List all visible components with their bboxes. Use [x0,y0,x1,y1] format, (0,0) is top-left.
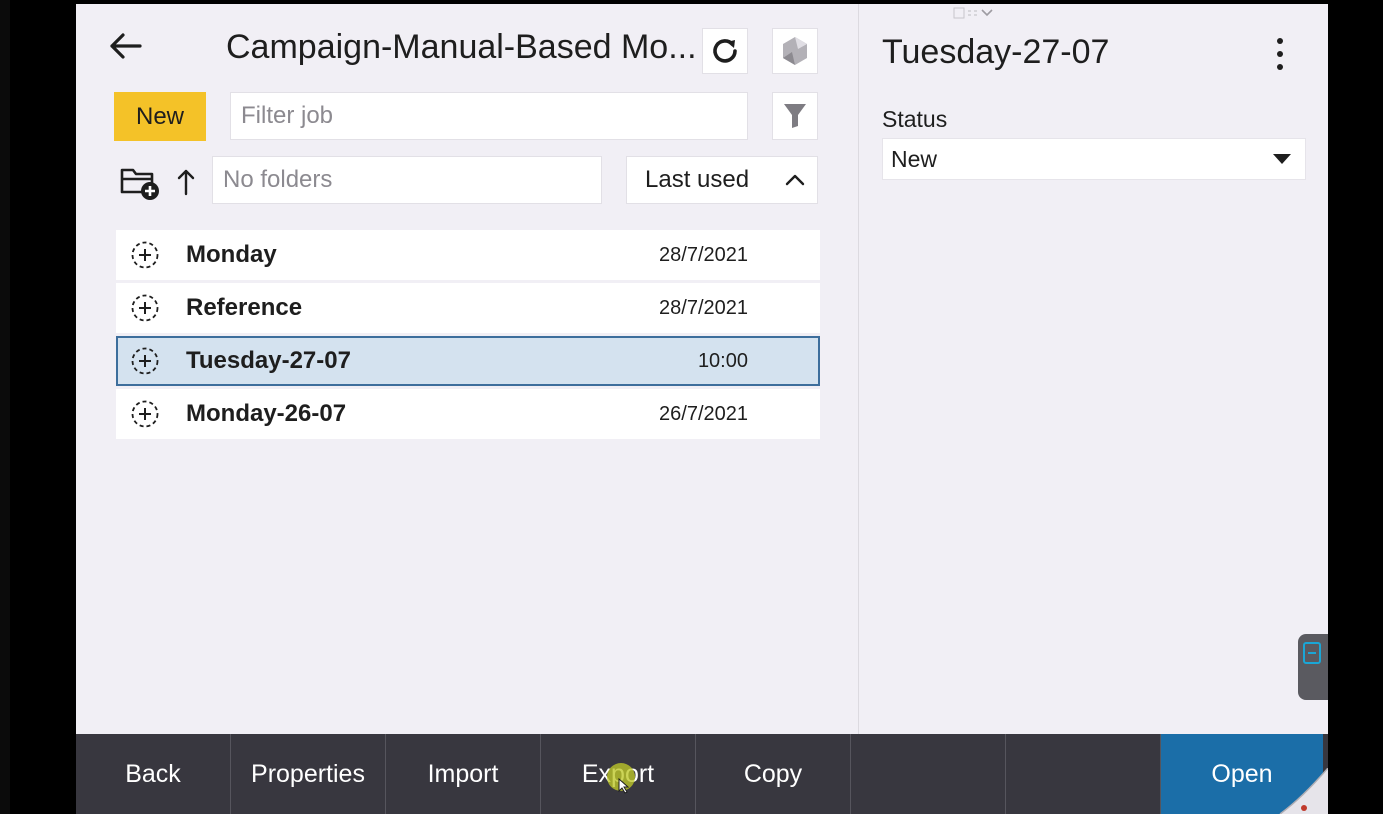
pane-handle-icon[interactable] [952,6,998,20]
chevron-up-icon [785,174,805,186]
job-name: Tuesday-27-07 [186,347,351,374]
page-title: Campaign-Manual-Based Mo... [226,28,697,66]
new-folder-icon[interactable] [118,162,162,202]
bottom-action-bar: Back Properties Import Export Copy Open [76,734,1328,814]
app-logo-icon [783,37,807,65]
job-date: 28/7/2021 [659,297,748,319]
add-circle-dashed-icon [131,400,159,428]
add-circle-dashed-icon [131,294,159,322]
properties-button[interactable]: Properties [231,734,386,814]
job-date: 26/7/2021 [659,403,748,425]
screen-bezel-left [10,0,76,814]
job-row[interactable]: Monday-26-07 26/7/2021 [116,389,820,439]
job-date: 10:00 [697,350,748,372]
job-name: Reference [186,294,303,321]
sort-order-dropdown[interactable]: Last used [626,156,818,204]
status-value: New [891,146,938,172]
open-button[interactable]: Open [1161,734,1323,814]
add-circle-dashed-icon [131,347,159,375]
job-name: Monday [186,241,277,268]
back-arrow-icon[interactable] [104,26,146,66]
folder-up-icon[interactable] [172,164,200,200]
job-row[interactable]: Monday 28/7/2021 [116,230,820,280]
copy-button[interactable]: Copy [696,734,851,814]
more-options-icon[interactable] [1268,34,1292,74]
filter-button[interactable] [772,92,818,140]
export-button[interactable]: Export [541,734,696,814]
folder-path-input[interactable] [212,156,602,204]
status-dropdown[interactable]: New [882,138,1306,180]
job-name: Monday-26-07 [186,400,347,427]
pane-divider [858,4,859,734]
screen-edge [0,0,10,814]
empty-slot [851,734,1006,814]
status-label: Status [882,106,948,132]
back-button[interactable]: Back [76,734,231,814]
import-button[interactable]: Import [386,734,541,814]
job-manager-screen: Campaign-Manual-Based Mo... New Filter j… [76,4,1328,814]
remote-control-icon [1303,642,1321,664]
app-logo-button[interactable] [772,28,818,74]
job-date: 28/7/2021 [659,244,748,266]
job-list: Monday 28/7/2021 Reference 28/7/2021 Tue… [116,230,820,442]
sort-order-label: Last used [645,166,750,193]
side-panel-tab[interactable] [1298,634,1328,700]
filter-job-input[interactable] [230,92,748,140]
new-job-button[interactable]: New [114,92,206,141]
caret-down-icon [1273,154,1291,164]
job-row[interactable]: Reference 28/7/2021 [116,283,820,333]
funnel-icon [784,104,806,128]
add-circle-dashed-icon [131,241,159,269]
refresh-icon [713,39,737,63]
screen-bezel-right [1328,0,1383,814]
job-row-selected[interactable]: Tuesday-27-07 10:00 [116,336,820,386]
detail-title: Tuesday-27-07 [882,33,1110,71]
refresh-button[interactable] [702,28,748,74]
empty-slot [1006,734,1161,814]
